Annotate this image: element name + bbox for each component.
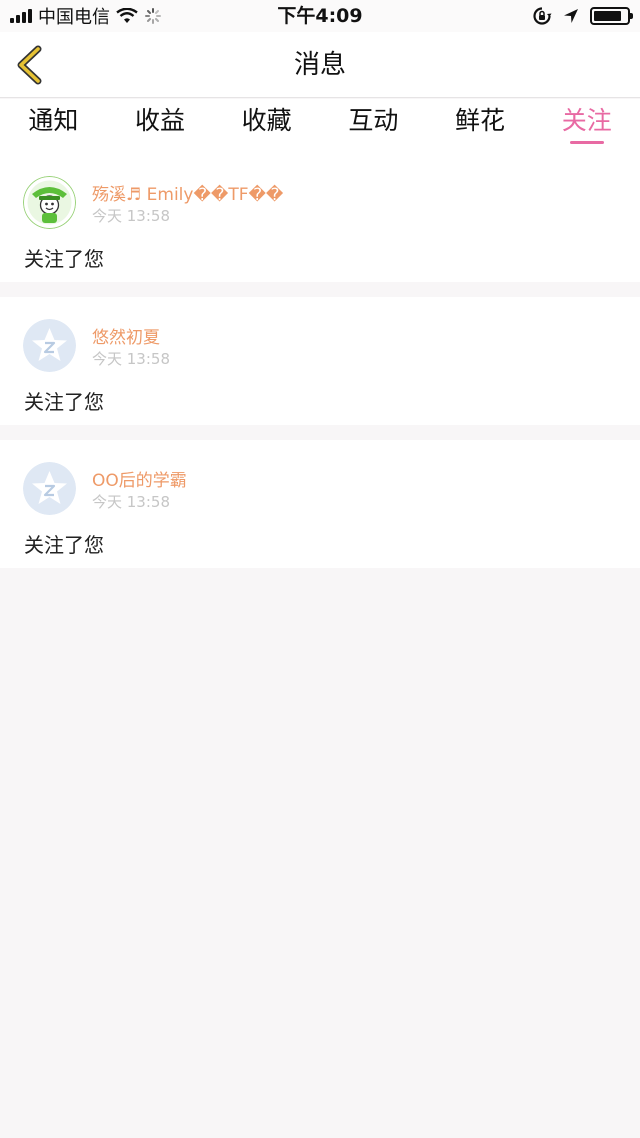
default-star-avatar-icon: [23, 319, 76, 372]
tab-bar: 通知 收益 收藏 互动 鲜花 关注: [0, 99, 640, 154]
username[interactable]: OO后的学霸: [92, 466, 187, 491]
message-text: 关注了您: [24, 533, 104, 557]
wifi-icon: [116, 8, 138, 23]
rotation-lock-icon: [533, 7, 552, 25]
timestamp: 今天 13:58: [92, 350, 170, 368]
back-button[interactable]: [12, 44, 52, 86]
back-arrow-icon: [17, 45, 42, 85]
nav-bar: 消息: [0, 32, 640, 98]
tab-notifications[interactable]: 通知: [0, 99, 107, 154]
carrier-label: 中国电信: [38, 7, 110, 28]
tab-follows[interactable]: 关注: [533, 99, 640, 154]
list-item[interactable]: OO后的学霸 今天 13:58 关注了您: [0, 440, 640, 568]
cartoon-avatar-icon: [23, 176, 76, 229]
status-left: 中国电信: [10, 0, 162, 32]
location-arrow-icon: [564, 9, 578, 23]
status-bar: 中国电信 下午4:09: [0, 0, 640, 32]
avatar[interactable]: [23, 462, 76, 515]
battery-icon: [590, 7, 633, 25]
timestamp: 今天 13:58: [92, 207, 170, 225]
signal-icon: [10, 9, 32, 23]
tab-favorites[interactable]: 收藏: [213, 99, 320, 154]
status-right: [532, 0, 633, 32]
message-text: 关注了您: [24, 247, 104, 271]
avatar[interactable]: [23, 176, 76, 229]
default-star-avatar-icon: [23, 462, 76, 515]
tab-flowers[interactable]: 鲜花: [427, 99, 534, 154]
page-title: 消息: [293, 50, 346, 80]
tab-earnings[interactable]: 收益: [107, 99, 214, 154]
avatar[interactable]: [23, 319, 76, 372]
message-list: 殇溪♬ Emily��TF�� 今天 13:58 关注了您 悠然初夏 今天 13…: [0, 154, 640, 583]
username[interactable]: 殇溪♬ Emily��TF��: [92, 180, 283, 205]
tab-interactions[interactable]: 互动: [320, 99, 427, 154]
message-text: 关注了您: [24, 390, 104, 414]
loading-spinner-icon: [145, 8, 161, 24]
list-item[interactable]: 悠然初夏 今天 13:58 关注了您: [0, 297, 640, 425]
username[interactable]: 悠然初夏: [92, 323, 160, 348]
list-item[interactable]: 殇溪♬ Emily��TF�� 今天 13:58 关注了您: [0, 154, 640, 282]
timestamp: 今天 13:58: [92, 493, 170, 511]
